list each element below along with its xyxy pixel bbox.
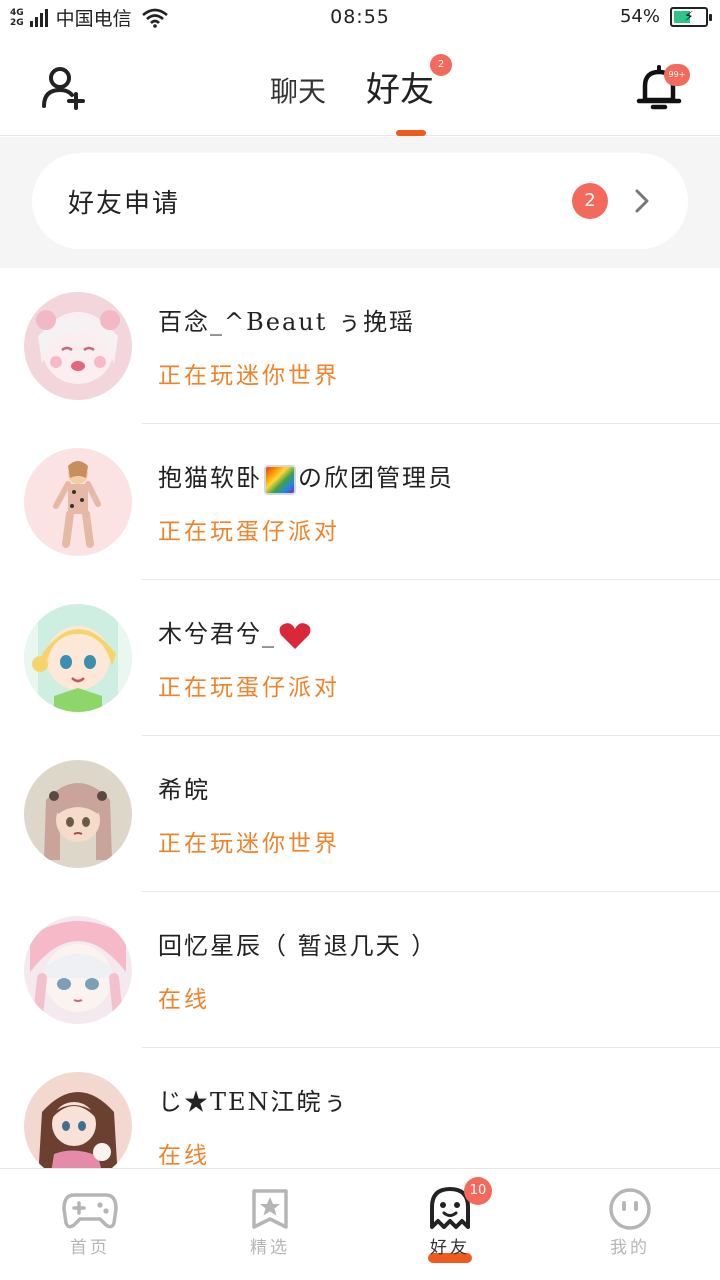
top-header: 聊天 好友 2 99+: [0, 36, 720, 136]
gamepad-icon: [62, 1193, 118, 1229]
friend-status: 正在玩蛋仔派对: [158, 519, 340, 545]
rainbow-emoji: [264, 464, 296, 495]
friend-item[interactable]: 百念_^Beaut ぅ挽瑶 正在玩迷你世界: [0, 268, 720, 424]
smiley-icon: [609, 1188, 651, 1230]
friend-name-part: の欣团管理员: [298, 464, 454, 492]
friend-request-count-badge: 2: [572, 183, 608, 219]
nav-item-home[interactable]: 首页: [0, 1169, 180, 1280]
nav-item-friends[interactable]: 10 好友: [360, 1169, 540, 1280]
friend-name: 回忆星辰（ 暂退几天 ）: [158, 932, 438, 960]
tab-friends-label: 好友: [366, 70, 435, 110]
battery-icon: ⚡: [670, 6, 712, 27]
friend-name-part: 木兮君兮_: [158, 620, 276, 648]
tab-friends-badge: 2: [430, 54, 453, 76]
nav-label: 首页: [70, 1238, 110, 1258]
bottom-nav: 首页 精选 10 好友 我的: [0, 1168, 720, 1280]
tab-friends[interactable]: 好友 2: [366, 54, 453, 111]
status-right: 54% ⚡: [619, 6, 712, 27]
friend-list: 百念_^Beaut ぅ挽瑶 正在玩迷你世界 抱猫软卧 の欣团管理员 正在玩蛋仔派对: [0, 268, 720, 1168]
nav-label: 我的: [610, 1238, 650, 1258]
status-bar: 4G 2G 中国电信 08:55 54% ⚡: [0, 0, 720, 36]
friend-status: 正在玩迷你世界: [158, 831, 340, 857]
chevron-right-icon: [635, 189, 649, 213]
friend-request-label: 好友申请: [68, 189, 181, 219]
battery-fill: ⚡: [674, 9, 694, 25]
friend-name: 百念_^Beaut ぅ挽瑶: [158, 308, 415, 336]
friend-name: 希皖: [158, 776, 210, 804]
friend-item[interactable]: 木兮君兮_ 正在玩蛋仔派对: [0, 580, 720, 736]
star-icon: [252, 1189, 288, 1229]
nav-label: 好友: [430, 1238, 470, 1258]
friend-item[interactable]: 回忆星辰（ 暂退几天 ） 在线: [0, 892, 720, 1048]
battery-percent: 54%: [619, 6, 660, 27]
friend-name: 木兮君兮_: [158, 614, 314, 651]
avatar[interactable]: [24, 916, 132, 1024]
avatar[interactable]: [24, 292, 132, 400]
friend-request-button[interactable]: 好友申请 2: [32, 153, 688, 249]
friend-status: 在线: [158, 987, 210, 1013]
avatar[interactable]: [24, 1072, 132, 1168]
friend-request-section: 好友申请 2: [0, 137, 720, 268]
friend-item[interactable]: 希皖 正在玩迷你世界: [0, 736, 720, 892]
friend-item[interactable]: 抱猫软卧 の欣团管理员 正在玩蛋仔派对: [0, 424, 720, 580]
avatar[interactable]: [24, 604, 132, 712]
friend-name: 抱猫软卧 の欣团管理员: [158, 458, 454, 495]
friend-status: 正在玩迷你世界: [158, 363, 340, 389]
tab-active-indicator: [396, 130, 426, 136]
tab-chat[interactable]: 聊天: [270, 70, 326, 110]
top-tabs: 聊天 好友 2: [270, 54, 453, 111]
clock: 08:55: [330, 6, 390, 28]
bell-badge: 99+: [664, 64, 690, 86]
friend-status: 在线: [158, 1143, 210, 1168]
avatar[interactable]: [24, 760, 132, 868]
friend-name-part: 抱猫软卧: [158, 464, 262, 492]
nav-item-mine[interactable]: 我的: [540, 1169, 720, 1280]
nav-item-featured[interactable]: 精选: [180, 1169, 360, 1280]
heart-emoji: [279, 622, 311, 649]
friend-status: 正在玩蛋仔派对: [158, 675, 340, 701]
friend-item[interactable]: じ★TEN江皖ぅ 在线: [0, 1048, 720, 1168]
friend-name: じ★TEN江皖ぅ: [158, 1088, 349, 1116]
avatar[interactable]: [24, 448, 132, 556]
nav-label: 精选: [250, 1238, 290, 1258]
add-friend-icon[interactable]: [40, 64, 88, 112]
nav-friends-badge: 10: [464, 1177, 492, 1205]
